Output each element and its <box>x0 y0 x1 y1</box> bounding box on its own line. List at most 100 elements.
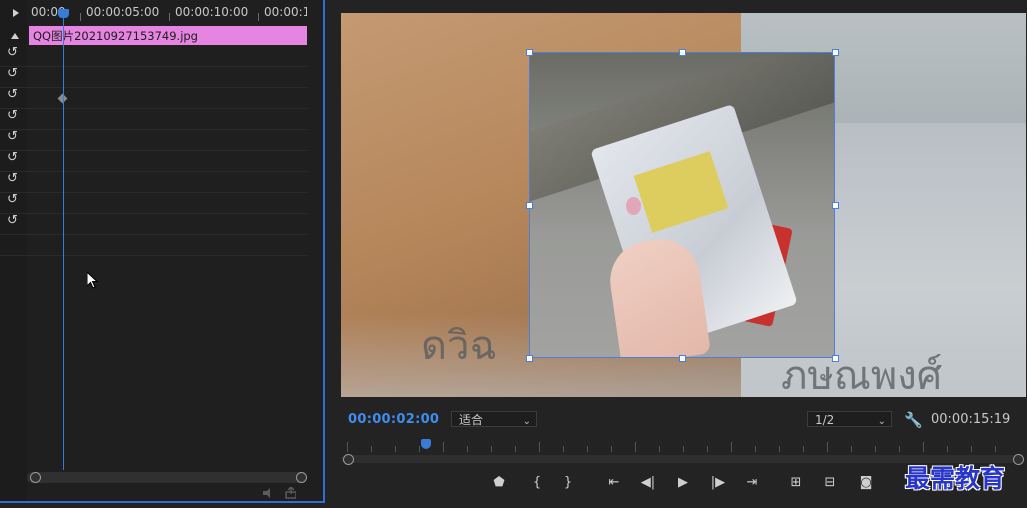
playback-resolution-value: 1/2 <box>815 413 835 427</box>
panel-focus-border <box>323 0 325 503</box>
ruler-label: 00:00:15 <box>264 5 307 19</box>
watermark-logo: 最需教育 <box>905 464 1006 493</box>
settings-wrench-icon[interactable]: 🔧 <box>904 411 923 429</box>
transform-handle-right[interactable] <box>832 202 839 209</box>
row-divider <box>0 87 307 88</box>
lift-icon[interactable]: ⊞ <box>786 476 806 490</box>
monitor-ruler-tick <box>467 446 468 452</box>
transform-handle-bottom-left[interactable] <box>526 355 533 362</box>
scroll-start-handle[interactable] <box>30 472 41 483</box>
monitor-ruler-tick <box>443 442 444 452</box>
monitor-scroll-start-handle[interactable] <box>343 454 354 465</box>
row-divider <box>0 150 307 151</box>
ruler-tick <box>80 13 81 21</box>
ruler-label: 00:00:05:00 <box>86 5 160 19</box>
monitor-ruler-tick <box>875 446 876 452</box>
collapse-triangle-icon[interactable] <box>11 33 19 39</box>
effect-controls-timeline <box>0 0 323 503</box>
playhead-line[interactable] <box>63 14 64 470</box>
row-divider <box>0 66 307 67</box>
playback-resolution-select[interactable]: 1/2 ⌄ <box>807 411 892 427</box>
audio-solo-icon[interactable] <box>263 488 270 498</box>
row-divider <box>0 108 307 109</box>
reset-parameter-icon[interactable]: ↺ <box>5 46 20 60</box>
monitor-ruler-tick <box>395 446 396 452</box>
row-divider <box>0 255 307 256</box>
monitor-ruler-tick <box>995 446 996 452</box>
play-only-audio-icon[interactable] <box>13 9 19 17</box>
monitor-ruler-tick <box>827 442 828 452</box>
horizontal-zoom-scrollbar[interactable] <box>27 472 307 483</box>
monitor-ruler-tick <box>707 446 708 452</box>
go-to-in-icon[interactable]: ⇤ <box>604 476 624 490</box>
panel-footer-icons <box>263 487 296 499</box>
monitor-ruler-tick <box>491 446 492 452</box>
playhead-timecode[interactable]: 00:00:02:00 <box>348 412 439 427</box>
reset-parameter-icon[interactable]: ↺ <box>5 88 20 102</box>
transform-handle-bottom[interactable] <box>679 355 686 362</box>
playhead-handle[interactable] <box>58 9 69 18</box>
export-icon[interactable] <box>285 487 296 499</box>
monitor-ruler-tick <box>587 446 588 452</box>
play-icon[interactable]: ▶ <box>673 476 693 490</box>
monitor-ruler-tick <box>347 442 348 452</box>
row-divider <box>0 171 307 172</box>
monitor-ruler-tick <box>371 446 372 452</box>
monitor-ruler-tick <box>731 442 732 452</box>
monitor-ruler-tick <box>419 446 420 452</box>
monitor-ruler-tick <box>515 446 516 452</box>
add-marker-icon[interactable]: ⬟ <box>489 476 509 490</box>
reset-parameter-icon[interactable]: ↺ <box>5 172 20 186</box>
reset-parameter-icon[interactable]: ↺ <box>5 130 20 144</box>
mark-out-icon[interactable]: } <box>558 476 578 490</box>
transform-bounding-box[interactable] <box>529 52 835 358</box>
monitor-ruler-tick <box>539 442 540 452</box>
extract-icon[interactable]: ⊟ <box>820 476 840 490</box>
sequence-duration: 00:00:15:19 <box>931 412 1011 427</box>
zoom-level-select[interactable]: 适合 ⌄ <box>451 411 537 427</box>
ruler-tick <box>258 13 259 21</box>
monitor-ruler-tick <box>659 446 660 452</box>
reset-parameter-icon[interactable]: ↺ <box>5 193 20 207</box>
monitor-time-ruler[interactable] <box>341 440 1026 454</box>
monitor-ruler-tick <box>899 446 900 452</box>
ruler-tick <box>169 13 170 21</box>
panel-focus-border-bottom <box>0 501 325 503</box>
monitor-ruler-tick <box>683 446 684 452</box>
transform-handle-top-left[interactable] <box>526 49 533 56</box>
reset-parameter-icon[interactable]: ↺ <box>5 214 20 228</box>
reset-parameter-icon[interactable]: ↺ <box>5 151 20 165</box>
transform-handle-top[interactable] <box>679 49 686 56</box>
monitor-playhead-handle[interactable] <box>421 439 431 449</box>
transform-handle-bottom-right[interactable] <box>832 355 839 362</box>
step-forward-icon[interactable]: |▶ <box>708 476 728 490</box>
export-frame-icon[interactable]: ◙ <box>856 476 876 490</box>
reset-parameter-icon[interactable]: ↺ <box>5 67 20 81</box>
chevron-down-icon: ⌄ <box>877 416 886 427</box>
go-to-out-icon[interactable]: ⇥ <box>742 476 762 490</box>
transform-handle-left[interactable] <box>526 202 533 209</box>
monitor-ruler-tick <box>611 446 612 452</box>
monitor-ruler-tick <box>755 446 756 452</box>
reset-parameter-icon[interactable]: ↺ <box>5 109 20 123</box>
monitor-ruler-tick <box>779 446 780 452</box>
monitor-ruler-tick <box>971 446 972 452</box>
clip-name: QQ图片20210927153749.jpg <box>33 29 198 43</box>
chevron-down-icon: ⌄ <box>522 416 531 427</box>
monitor-ruler-tick <box>851 446 852 452</box>
mouse-pointer-icon <box>87 272 99 289</box>
mark-in-icon[interactable]: { <box>527 476 547 490</box>
program-monitor-viewer[interactable]: ดวิฉ ภษณพงศ์ <box>341 13 1026 397</box>
transform-handle-top-right[interactable] <box>832 49 839 56</box>
monitor-ruler-tick <box>563 446 564 452</box>
monitor-ruler-tick <box>923 442 924 452</box>
row-divider <box>0 129 307 130</box>
row-divider <box>0 192 307 193</box>
row-divider <box>0 234 307 235</box>
row-divider <box>0 213 307 214</box>
step-back-icon[interactable]: ◀| <box>638 476 658 490</box>
background-overlay-text: ดวิฉ <box>421 323 497 369</box>
monitor-scroll-end-handle[interactable] <box>1013 454 1024 465</box>
scroll-end-handle[interactable] <box>296 472 307 483</box>
monitor-ruler-tick <box>635 442 636 452</box>
